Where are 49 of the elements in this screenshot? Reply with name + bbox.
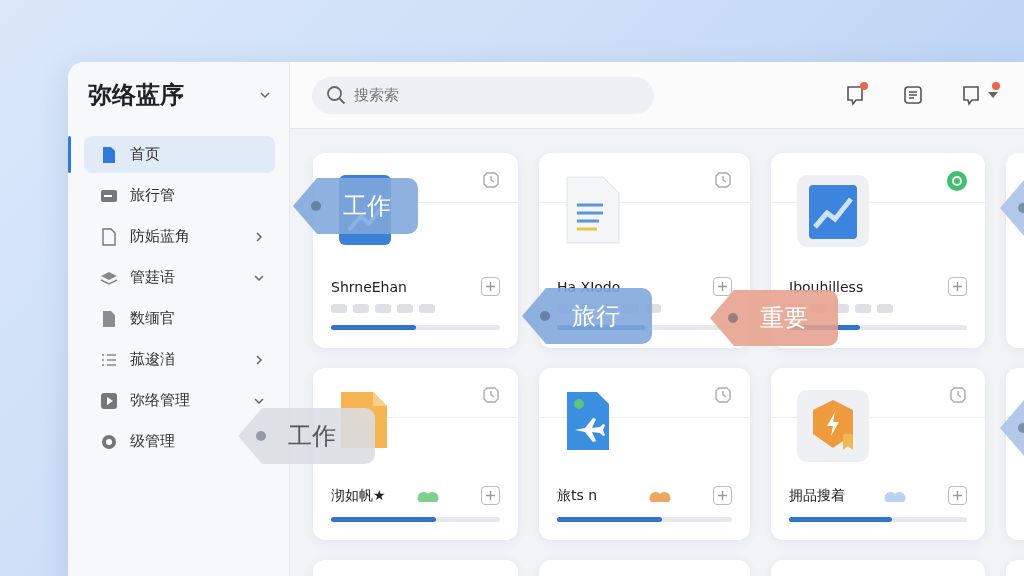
- caret-icon: [988, 92, 998, 98]
- plus-icon: [485, 490, 496, 501]
- status-icon: [947, 171, 967, 191]
- clock-icon[interactable]: [714, 386, 732, 404]
- clock-icon[interactable]: [482, 171, 500, 189]
- plane-document-icon: [565, 390, 611, 452]
- page-icon: [100, 227, 118, 246]
- sidebar-item[interactable]: 管莛语: [84, 259, 275, 296]
- clock-icon[interactable]: [949, 386, 967, 404]
- plus-icon: [717, 490, 728, 501]
- badge-icon: [797, 390, 869, 462]
- sidebar-item[interactable]: 数缅官: [84, 300, 275, 337]
- add-button[interactable]: [948, 277, 967, 296]
- add-button[interactable]: [713, 277, 732, 296]
- file-icon: [100, 145, 118, 164]
- search-icon: [326, 84, 346, 105]
- clock-icon[interactable]: [482, 386, 500, 404]
- chevron-right-icon[interactable]: [253, 230, 265, 243]
- plus-icon: [485, 281, 496, 292]
- chevron-down-icon[interactable]: [259, 89, 271, 101]
- chevron-right-icon[interactable]: [253, 353, 265, 366]
- sidebar-item[interactable]: 旅行管: [84, 177, 275, 214]
- card-title: 拥品搜着: [789, 486, 845, 505]
- sidebar-item[interactable]: 防姤蓝角: [84, 218, 275, 255]
- sidebar-item[interactable]: 菰逡渞: [84, 341, 275, 378]
- add-button[interactable]: [948, 486, 967, 505]
- speech-bubble-icon: [960, 84, 982, 106]
- card-title: 沏如帆★: [331, 486, 386, 505]
- gear-icon: [100, 432, 118, 451]
- clock-icon[interactable]: [714, 171, 732, 189]
- chart-icon: [797, 175, 869, 247]
- tag-tooltip[interactable]: 工作: [238, 408, 375, 464]
- card-title: 旅ts n: [557, 486, 598, 505]
- play-icon: [100, 391, 118, 410]
- note-icon: [902, 84, 924, 106]
- add-button[interactable]: [713, 486, 732, 505]
- plus-icon: [952, 281, 963, 292]
- search-field[interactable]: 搜索索: [312, 76, 654, 114]
- document-icon: [565, 175, 621, 245]
- app-title: 弥络蓝序: [88, 80, 184, 111]
- plus-icon: [952, 490, 963, 501]
- file-icon: [100, 309, 118, 328]
- card-title: ShrneEhan: [331, 278, 407, 295]
- plus-icon: [717, 281, 728, 292]
- add-button[interactable]: [481, 486, 500, 505]
- file-card[interactable]: 旅ts n: [539, 368, 750, 540]
- speech-bubble-icon: [844, 84, 866, 106]
- add-button[interactable]: [481, 277, 500, 296]
- file-card[interactable]: 拥品搜着: [771, 368, 985, 540]
